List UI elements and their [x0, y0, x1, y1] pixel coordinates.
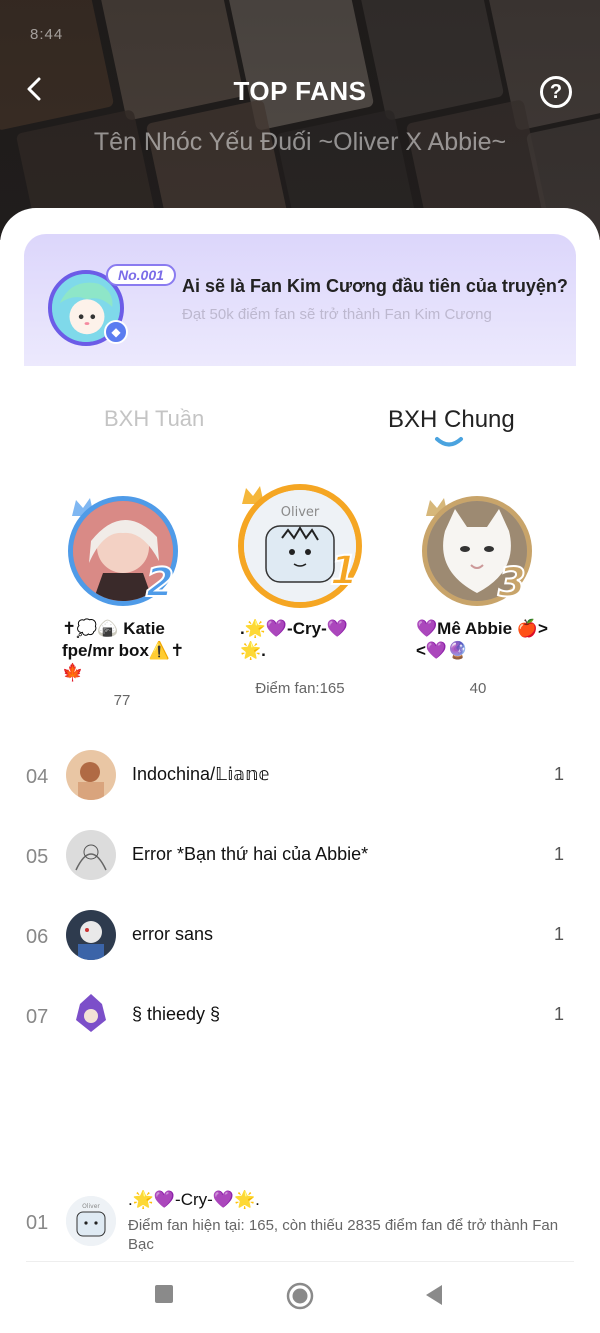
list-item-score: 1: [553, 764, 564, 784]
avatar: [66, 910, 116, 960]
header-background: [0, 0, 600, 240]
banner-question: Ai sẽ là Fan Kim Cương đầu tiên của truy…: [182, 276, 568, 296]
list-item-name: § thieedy §: [132, 1004, 221, 1024]
list-item[interactable]: 04 Indochina/𝕃𝕚𝕒𝕟𝕖 1: [0, 750, 600, 810]
home-icon[interactable]: [286, 1282, 314, 1310]
recent-apps-icon[interactable]: [154, 1284, 174, 1304]
podium-name: .🌟💜-Cry-💜🌟.: [240, 619, 348, 660]
status-time: 8:44: [30, 26, 64, 43]
rank-number: 2: [145, 559, 175, 607]
tab-weekly[interactable]: BXH Tuần: [104, 406, 204, 432]
rank-number: 3: [497, 559, 527, 607]
list-item[interactable]: 06 error sans 1: [0, 910, 600, 970]
diamond-fan-banner[interactable]: No.001 ◆ Ai sẽ là Fan Kim Cương đầu tiên…: [24, 234, 576, 366]
story-title: Tên Nhóc Yếu Đuối ~Oliver X Abbie~: [93, 128, 507, 156]
avatar: [66, 830, 116, 880]
rank-badge: No.001: [106, 264, 176, 286]
page-title: TOP FANS: [233, 76, 367, 106]
podium-score: 40: [469, 680, 487, 697]
diamond-icon: ◆: [104, 320, 128, 344]
svg-text:Oliver: Oliver: [281, 505, 320, 520]
rank-number: 07: [26, 1006, 49, 1028]
my-rank-bar[interactable]: 01 Oliver .🌟💜-Cry-💜🌟. Điểm fan hiện tại:…: [0, 1182, 600, 1262]
podium-name: 💜Mê Abbie 🍎><💜🔮: [416, 619, 548, 660]
rank-number: 05: [26, 846, 49, 868]
podium-name: ✝💭🍙 Katie fpe/mr box⚠️✝🍁: [62, 619, 185, 682]
avatar: Oliver: [66, 1196, 116, 1246]
my-rank-number: 01: [26, 1212, 49, 1234]
system-nav-bar: [0, 1262, 600, 1333]
list-item-score: 1: [553, 924, 564, 944]
svg-text:Oliver: Oliver: [82, 1203, 100, 1210]
my-name: .🌟💜-Cry-💜🌟.: [128, 1190, 260, 1209]
list-item-name: Error *Bạn thứ hai của Abbie*: [132, 844, 369, 864]
avatar: [66, 750, 116, 800]
active-tab-indicator: [435, 437, 463, 447]
banner-subtitle: Đạt 50k điểm fan sẽ trở thành Fan Kim Cư…: [182, 306, 492, 323]
list-item[interactable]: 07 § thieedy § 1: [0, 990, 600, 1050]
help-button[interactable]: ?: [540, 76, 572, 108]
tab-all-time[interactable]: BXH Chung: [388, 406, 515, 434]
my-progress-text: Điểm fan hiện tại: 165, còn thiếu 2835 đ…: [128, 1217, 559, 1253]
podium-score: 77: [113, 692, 131, 709]
list-item-name: Indochina/𝕃𝕚𝕒𝕟𝕖: [132, 764, 270, 784]
list-item-score: 1: [553, 1004, 564, 1024]
list-item[interactable]: 05 Error *Bạn thứ hai của Abbie* 1: [0, 830, 600, 890]
rank-number: 04: [26, 766, 49, 788]
rank-number: 1: [329, 547, 359, 595]
rank-number: 06: [26, 926, 49, 948]
avatar: [66, 990, 116, 1040]
list-item-score: 1: [553, 844, 564, 864]
back-triangle-icon[interactable]: [424, 1284, 444, 1306]
list-item-name: error sans: [132, 924, 214, 944]
podium-score: Điểm fan:165: [255, 680, 345, 697]
question-icon: ?: [549, 81, 563, 103]
